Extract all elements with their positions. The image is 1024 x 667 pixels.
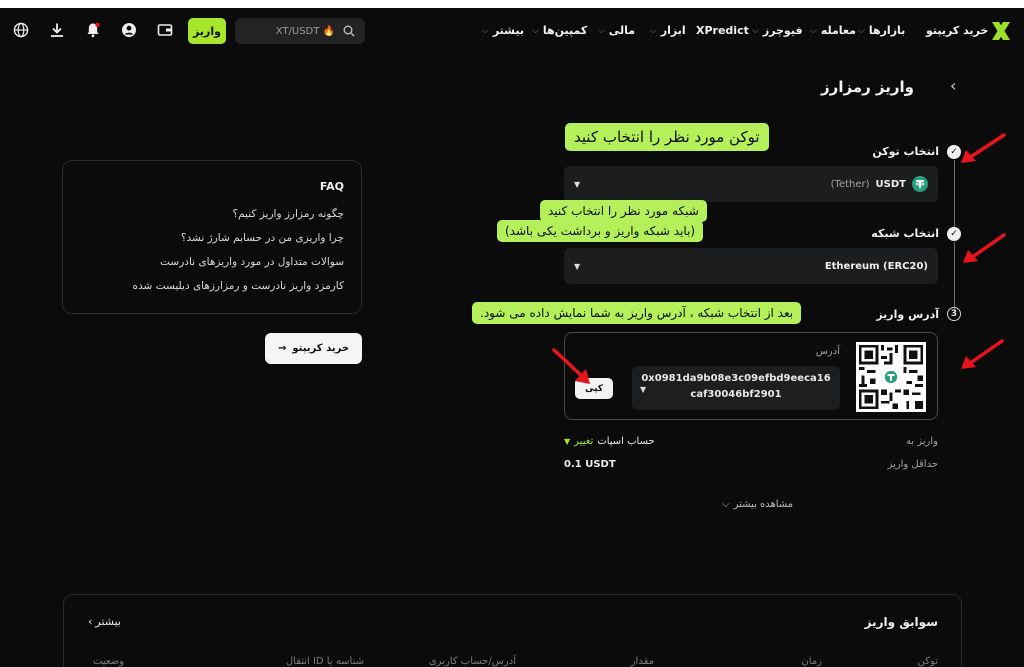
faq-question[interactable]: کارمزد واریز نادرست و رمزارزهای دیلیست ش… <box>133 280 344 292</box>
network-hint-tooltip-line2: (باید شبکه واریز و برداشت یکی باشد) <box>497 220 704 243</box>
nav-markets[interactable]: بازارها ⌵ <box>858 24 905 37</box>
history-more-link[interactable]: بیشتر › <box>88 615 121 628</box>
token-symbol: USDT <box>875 178 906 190</box>
search-input[interactable]: XT/USDT 🔥 <box>235 18 365 44</box>
show-more-label: مشاهده بیشتر <box>733 499 794 510</box>
column-header-status: وضعیت <box>93 656 124 667</box>
step-address-label: آدرس واریز <box>876 308 939 321</box>
back-chevron-icon[interactable]: ‹ <box>950 76 956 95</box>
faq-title: FAQ <box>319 180 344 193</box>
token-select[interactable]: ▼ (Tether) USDT <box>564 166 938 202</box>
show-more-link[interactable]: مشاهده بیشتر ⌵ <box>722 499 793 510</box>
network-select[interactable]: ▼ Ethereum (ERC20) <box>564 248 938 284</box>
column-header-token: توکن <box>917 656 938 667</box>
min-deposit-value: 0.1 USDT <box>564 459 616 470</box>
history-more-label: بیشتر <box>95 615 121 628</box>
address-hint-tooltip: بعد از انتخاب شبکه ، آدرس واریز به شما ن… <box>472 302 802 325</box>
step-token-label: انتخاب توکن <box>872 145 939 158</box>
change-link[interactable]: تغییر <box>574 436 593 447</box>
step-number-badge: 3 <box>947 307 961 321</box>
nav-xpredict[interactable]: XPredict <box>696 24 749 37</box>
dropdown-caret-icon: ▼ <box>574 261 581 271</box>
deposit-address-value[interactable]: 0x0981da9b08e3c09efbd9eeca16caf30046bf29… <box>640 371 832 403</box>
token-hint-tooltip: توکن مورد نظر را انتخاب کنید <box>565 123 769 152</box>
faq-question[interactable]: چگونه رمزارز واریز کنیم؟ <box>233 208 345 220</box>
notification-bell-icon[interactable] <box>84 21 102 39</box>
token-full-name: (Tether) <box>830 178 870 190</box>
app-screen: خرید کریپتو بازارها ⌵ معامله ⌵ فیوچرز ⌵ XPr… <box>0 8 1024 667</box>
chevron-down-icon: ⌵ <box>650 25 657 36</box>
step-network-label: انتخاب شبکه <box>871 227 939 240</box>
red-annotation-arrow-icon <box>961 339 1004 369</box>
nav-trade[interactable]: معامله ⌵ <box>810 24 856 37</box>
network-value: Ethereum (ERC20) <box>824 260 928 272</box>
dropdown-caret-icon: ▼ <box>574 179 581 189</box>
arrow-right-icon: → <box>277 343 287 354</box>
buy-crypto-label: خرید کریپتو <box>292 343 350 354</box>
nav-more[interactable]: بیشتر ⌵ <box>482 24 524 37</box>
chevron-right-icon: › <box>88 615 93 628</box>
nav-finance[interactable]: مالی ⌵ <box>598 24 635 37</box>
chevron-down-icon: ⌵ <box>752 25 759 36</box>
search-placeholder: XT/USDT 🔥 <box>275 25 335 37</box>
deposit-to-selector[interactable]: حساب اسپات تغییر ▼ <box>564 436 655 447</box>
wallet-icon[interactable] <box>156 21 174 39</box>
buy-crypto-button[interactable]: خرید کریپتو → <box>265 333 362 364</box>
chevron-down-icon: ⌵ <box>810 25 817 36</box>
address-label: آدرس <box>815 346 840 357</box>
nav-buy-crypto[interactable]: خرید کریپتو <box>926 24 988 37</box>
chevron-down-icon: ⌵ <box>598 25 605 36</box>
search-icon <box>343 25 355 37</box>
column-header-txid: شناسه یا ID انتقال <box>285 656 364 667</box>
dropdown-caret-icon[interactable]: ▼ <box>640 385 646 394</box>
red-annotation-arrow-icon <box>961 133 1006 163</box>
page-title: واریز رمزارز <box>821 78 914 96</box>
caret-down-icon: ▼ <box>564 437 571 446</box>
red-annotation-arrow-icon <box>552 348 590 384</box>
nav-campaigns[interactable]: کمپین‌ها ⌵ <box>532 24 587 37</box>
faq-question[interactable]: چرا واریزی من در حسابم شارژ نشد؟ <box>181 232 344 244</box>
chevron-down-icon: ⌵ <box>532 25 539 36</box>
min-deposit-label: حداقل واریز <box>887 459 938 470</box>
qr-code-icon <box>856 342 926 412</box>
deposit-to-label: واریز به <box>905 436 938 447</box>
spot-account-value: حساب اسپات <box>597 436 655 447</box>
tether-icon <box>912 176 928 192</box>
column-header-time: زمان <box>801 656 822 667</box>
step-connector <box>954 242 955 312</box>
red-annotation-arrow-icon <box>963 233 1006 263</box>
history-title: سوابق واریز <box>864 615 938 629</box>
faq-question[interactable]: سوالات متداول در مورد واریزهای نادرست <box>160 256 344 268</box>
globe-language-icon[interactable] <box>12 21 30 39</box>
network-hint-tooltip-line1: شبکه مورد نظر را انتخاب کنید <box>540 200 707 223</box>
deposit-button[interactable]: واریز <box>188 18 226 44</box>
xt-logo-icon[interactable] <box>990 20 1012 42</box>
step-connector <box>954 160 955 230</box>
user-account-icon[interactable] <box>120 21 138 39</box>
download-icon[interactable] <box>48 21 66 39</box>
chevron-down-icon: ⌵ <box>722 499 730 510</box>
chevron-down-icon: ⌵ <box>482 25 489 36</box>
column-header-amount: مقدار <box>630 656 654 667</box>
column-header-address: آدرس/حساب کاربری <box>428 656 516 667</box>
step-done-check-icon: ✓ <box>947 227 961 241</box>
nav-futures[interactable]: فیوچرز ⌵ <box>752 24 803 37</box>
chevron-down-icon: ⌵ <box>858 25 865 36</box>
nav-tools[interactable]: ابزار ⌵ <box>650 24 686 37</box>
